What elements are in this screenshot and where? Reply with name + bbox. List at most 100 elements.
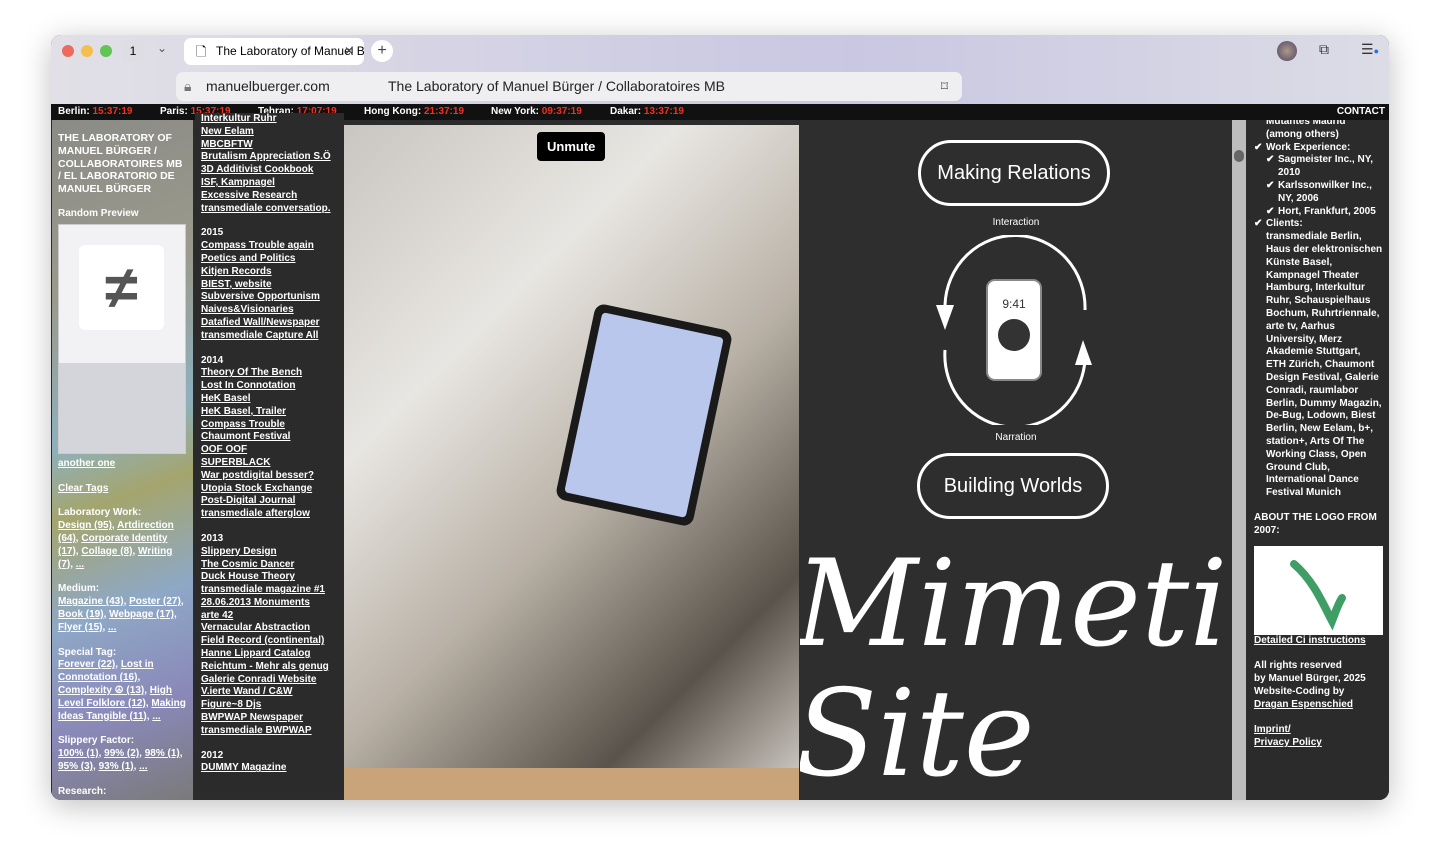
- project-link[interactable]: Hanne Lippard Catalog: [201, 648, 310, 659]
- project-link[interactable]: arte 42: [201, 610, 233, 621]
- project-link[interactable]: ISF, Kampnagel: [201, 177, 275, 188]
- tag-link[interactable]: 100% (1): [58, 748, 99, 759]
- zoom-window-button[interactable]: [100, 45, 112, 57]
- bookmark-icon[interactable]: ⌑: [941, 72, 948, 101]
- address-bar[interactable]: 🔒︎ manuelbuerger.com The Laboratory of M…: [176, 72, 962, 101]
- project-link[interactable]: Kitjen Records: [201, 266, 272, 277]
- close-window-button[interactable]: [62, 45, 74, 57]
- chevron-down-icon[interactable]: ⌄: [157, 41, 167, 55]
- project-link[interactable]: Poetics and Politics: [201, 253, 295, 264]
- project-link[interactable]: OOF OOF: [201, 444, 247, 455]
- project-link[interactable]: Utopia Stock Exchange: [201, 483, 312, 494]
- project-link[interactable]: The Cosmic Dancer: [201, 559, 294, 570]
- project-link[interactable]: Post-Digital Journal: [201, 495, 295, 506]
- video-player[interactable]: Unmute: [344, 125, 799, 800]
- tab-count-button[interactable]: 1: [121, 40, 145, 62]
- ci-instructions-link[interactable]: Detailed Ci instructions: [1254, 635, 1366, 646]
- project-link[interactable]: Vernacular Abstraction: [201, 622, 310, 633]
- project-link[interactable]: War postdigital besser?: [201, 470, 314, 481]
- document-icon: 🗋: [196, 44, 207, 59]
- tab-active[interactable]: 🗋 The Laboratory of Manuel Bürger / Coll…: [184, 38, 364, 65]
- contact-link[interactable]: CONTACT: [1337, 104, 1385, 120]
- project-link[interactable]: Duck House Theory: [201, 571, 295, 582]
- project-link[interactable]: Field Record (continental): [201, 635, 324, 646]
- project-link[interactable]: Compass Trouble: [201, 419, 285, 430]
- project-link[interactable]: Theory Of The Bench: [201, 367, 302, 378]
- project-link[interactable]: V.ierte Wand / C&W: [201, 686, 293, 697]
- minimize-window-button[interactable]: [81, 45, 93, 57]
- project-link[interactable]: transmediale BWPWAP: [201, 725, 312, 736]
- work-item: Sagmeister Inc., NY, 2010: [1266, 154, 1383, 180]
- profile-avatar[interactable]: [1277, 41, 1297, 61]
- project-link[interactable]: Compass Trouble again: [201, 240, 314, 251]
- project-link[interactable]: transmediale conversatiop.: [201, 203, 331, 214]
- project-link[interactable]: transmediale magazine #1: [201, 584, 325, 595]
- sidebar-menu-icon[interactable]: ☰●: [1361, 41, 1379, 58]
- tag-link[interactable]: Design (95): [58, 520, 112, 531]
- project-link[interactable]: Galerie Conradi Website: [201, 674, 316, 685]
- tag-group-special: Special Tag: Forever (22), Lost in Connot…: [58, 646, 186, 722]
- unmute-button[interactable]: Unmute: [537, 132, 606, 161]
- scrollbar[interactable]: [1232, 120, 1246, 800]
- new-tab-button[interactable]: +: [371, 40, 393, 62]
- interaction-label: Interaction: [992, 217, 1040, 228]
- tag-link[interactable]: Collage (8): [81, 546, 132, 557]
- project-link[interactable]: transmediale afterglow: [201, 508, 310, 519]
- phone-time: 9:41: [1002, 297, 1026, 311]
- tag-link[interactable]: ...: [139, 761, 147, 772]
- tag-link[interactable]: 95% (3): [58, 761, 93, 772]
- tag-link[interactable]: ...: [108, 622, 116, 633]
- project-link[interactable]: Slippery Design: [201, 546, 277, 557]
- project-link[interactable]: Datafied Wall/Newspaper: [201, 317, 320, 328]
- project-link[interactable]: SUPERBLACK: [201, 457, 270, 468]
- project-link[interactable]: New Eelam: [201, 126, 254, 137]
- project-link[interactable]: DUMMY Magazine: [201, 762, 286, 773]
- project-link[interactable]: Figure~8 Djs: [201, 699, 261, 710]
- tag-link[interactable]: Magazine (43): [58, 596, 124, 607]
- tag-link[interactable]: Webpage (17): [109, 609, 174, 620]
- clock-new-york: New York: 09:37:19: [491, 106, 582, 117]
- project-link[interactable]: Interkultur Ruhr: [201, 113, 277, 124]
- scrollbar-thumb[interactable]: [1234, 150, 1244, 162]
- tag-link[interactable]: Poster (27): [129, 596, 181, 607]
- project-link[interactable]: BWPWAP Newspaper: [201, 712, 303, 723]
- imprint-link[interactable]: Imprint/: [1254, 724, 1291, 735]
- project-link[interactable]: MBCBFTW: [201, 139, 253, 150]
- tag-link[interactable]: 93% (1): [99, 761, 134, 772]
- site-title: THE LABORATORY OF MANUEL BÜRGER / COLLAB…: [58, 132, 183, 196]
- project-link[interactable]: Brutalism Appreciation S.Ö: [201, 151, 331, 162]
- year-heading: 2014: [201, 354, 224, 366]
- bookmarks-icon[interactable]: ⧉: [1319, 41, 1329, 58]
- tag-link[interactable]: 98% (1): [145, 748, 180, 759]
- project-list[interactable]: Interkultur Ruhr New Eelam MBCBFTW Brutalis…: [195, 113, 344, 793]
- coding-credit: Website-Coding by: [1254, 685, 1345, 697]
- tag-link[interactable]: 99% (2): [104, 748, 139, 759]
- project-link[interactable]: Reichtum - Mehr als genug: [201, 661, 329, 672]
- project-link[interactable]: Excessive Research: [201, 190, 297, 201]
- clear-tags-link[interactable]: Clear Tags: [58, 483, 108, 494]
- clock-berlin: Berlin: 15:37:19: [58, 106, 133, 117]
- tag-link[interactable]: Book (19): [58, 609, 104, 620]
- project-link[interactable]: Chaumont Festival: [201, 431, 290, 442]
- tag-link[interactable]: ...: [76, 559, 84, 570]
- project-link[interactable]: Lost In Connotation: [201, 380, 295, 391]
- tag-link[interactable]: Complexity ☮ (13): [58, 685, 144, 696]
- coder-link[interactable]: Dragan Espenschied: [1254, 699, 1353, 710]
- next-image-strip: [344, 768, 799, 800]
- close-tab-icon[interactable]: ✕: [344, 38, 354, 65]
- project-link[interactable]: HeK Basel, Trailer: [201, 406, 286, 417]
- project-link[interactable]: 28.06.2013 Monuments: [201, 597, 310, 608]
- another-one-link[interactable]: another one: [58, 458, 115, 469]
- tag-link[interactable]: Forever (22): [58, 659, 115, 670]
- project-link[interactable]: BIEST, website: [201, 279, 272, 290]
- project-link[interactable]: HeK Basel: [201, 393, 250, 404]
- tag-link[interactable]: Flyer (15): [58, 622, 102, 633]
- random-preview-label: Random Preview: [58, 207, 139, 219]
- privacy-policy-link[interactable]: Privacy Policy: [1254, 737, 1322, 748]
- project-link[interactable]: Subversive Opportunism: [201, 291, 320, 302]
- project-link[interactable]: 3D Additivist Cookbook: [201, 164, 313, 175]
- tag-link[interactable]: ...: [152, 711, 160, 722]
- random-preview-image[interactable]: ≠: [58, 223, 186, 454]
- project-link[interactable]: Naives&Visionaries: [201, 304, 294, 315]
- project-link[interactable]: transmediale Capture All: [201, 330, 318, 341]
